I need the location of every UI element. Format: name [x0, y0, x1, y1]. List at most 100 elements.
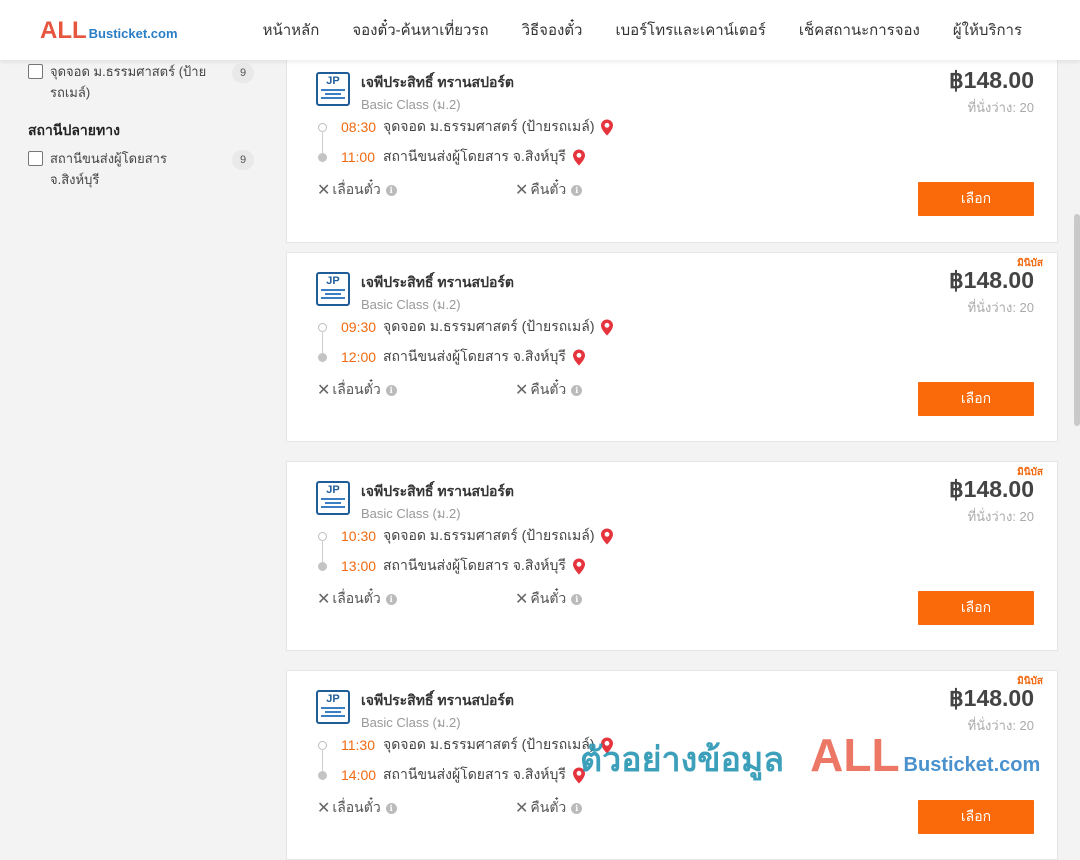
- reschedule-policy: ✕ เลื่อนตั๋ว i: [317, 588, 397, 610]
- map-pin-icon[interactable]: [600, 119, 614, 136]
- refund-label: คืนตั๋ว: [530, 381, 567, 397]
- logo-bar: [321, 97, 345, 99]
- arrive-stop: 11:00 สถานีขนส่งผู้โดยสาร จ.สิงห์บุรี: [341, 146, 586, 168]
- watermark-domain-text: Busticket.com: [903, 754, 1041, 776]
- depart-place: จุดจอด ม.ธรรมศาสตร์ (ป้ายรถเมล์): [383, 118, 595, 134]
- depart-stop: 11:30 จุดจอด ม.ธรรมศาสตร์ (ป้ายรถเมล์): [341, 734, 614, 756]
- cross-icon: ✕: [515, 591, 529, 608]
- depart-place: จุดจอด ม.ธรรมศาสตร์ (ป้ายรถเมล์): [383, 527, 595, 543]
- destination-filter-item[interactable]: สถานีขนส่งผู้โดยสาร จ.สิงห์บุรี 9: [28, 148, 256, 190]
- bus-class: Basic Class (ม.2): [361, 715, 461, 730]
- depart-place: จุดจอด ม.ธรรมศาสตร์ (ป้ายรถเมล์): [383, 736, 595, 752]
- site-logo[interactable]: ALL Busticket.com: [40, 17, 178, 45]
- info-icon[interactable]: i: [385, 184, 397, 196]
- arrive-place: สถานีขนส่งผู้โดยสาร จ.สิงห์บุรี: [383, 348, 566, 364]
- bus-class: Basic Class (ม.2): [361, 97, 461, 112]
- site-header: ALL Busticket.com หน้าหลัก จองตั๋ว-ค้นหา…: [0, 0, 1080, 60]
- nav-check-booking[interactable]: เช็คสถานะการจอง: [799, 18, 920, 42]
- operator-logo-mark: JP: [326, 484, 340, 496]
- operator-logo: JP: [316, 690, 350, 724]
- ticket-price: ฿148.00: [949, 476, 1034, 502]
- watermark: ตัวอย่างข้อมูล ALL Busticket.com: [580, 728, 1040, 786]
- trip-card: มินิบัส JP เจพีประสิทธิ์ ทรานสปอร์ต Basi…: [286, 461, 1058, 651]
- arrive-time: 13:00: [341, 558, 377, 574]
- cross-icon: ✕: [317, 382, 331, 399]
- seats-available: ที่นั่งว่าง: 20: [967, 300, 1034, 315]
- info-icon[interactable]: i: [571, 384, 583, 396]
- depart-time: 10:30: [341, 528, 377, 544]
- refund-label: คืนตั๋ว: [530, 181, 567, 197]
- map-pin-icon[interactable]: [572, 149, 586, 166]
- operator-name: เจพีประสิทธิ์ ทรานสปอร์ต: [361, 692, 514, 708]
- nav-book-search[interactable]: จองตั๋ว-ค้นหาเที่ยวรถ: [352, 18, 488, 42]
- select-trip-button[interactable]: เลือก: [918, 182, 1034, 216]
- depart-stop: 10:30 จุดจอด ม.ธรรมศาสตร์ (ป้ายรถเมล์): [341, 525, 614, 547]
- watermark-all-text: ALL: [810, 729, 900, 781]
- map-pin-icon[interactable]: [572, 558, 586, 575]
- logo-all-text: ALL: [40, 17, 87, 44]
- arrive-dot: [318, 353, 327, 362]
- info-icon[interactable]: i: [385, 802, 397, 814]
- nav-how-to-book[interactable]: วิธีจองตั๋ว: [522, 18, 583, 42]
- depart-stop: 08:30 จุดจอด ม.ธรรมศาสตร์ (ป้ายรถเมล์): [341, 116, 614, 138]
- depart-place: จุดจอด ม.ธรรมศาสตร์ (ป้ายรถเมล์): [383, 318, 595, 334]
- depart-time: 09:30: [341, 319, 377, 335]
- operator-logo-mark: JP: [326, 75, 340, 87]
- operator-logo-mark: JP: [326, 693, 340, 705]
- destination-filter-checkbox[interactable]: [28, 151, 43, 166]
- cross-icon: ✕: [515, 800, 529, 817]
- ticket-price: ฿148.00: [949, 267, 1034, 293]
- logo-bar: [321, 506, 345, 508]
- filter-sidebar: จุดจอด ม.ธรรมศาสตร์ (ป้ายรถเมล์) 9 สถานี…: [28, 60, 256, 190]
- destination-heading: สถานีปลายทาง: [28, 122, 120, 138]
- reschedule-label: เลื่อนตั๋ว: [332, 590, 381, 606]
- boarding-filter-checkbox[interactable]: [28, 64, 43, 79]
- nav-home[interactable]: หน้าหลัก: [263, 18, 320, 42]
- info-icon[interactable]: i: [385, 384, 397, 396]
- watermark-sample-text: ตัวอย่างข้อมูล: [580, 741, 785, 779]
- depart-stop: 09:30 จุดจอด ม.ธรรมศาสตร์ (ป้ายรถเมล์): [341, 316, 614, 338]
- info-icon[interactable]: i: [385, 593, 397, 605]
- logo-bar: [325, 711, 341, 713]
- page-scrollbar[interactable]: [1074, 214, 1080, 426]
- depart-time: 11:30: [341, 737, 375, 753]
- select-trip-button[interactable]: เลือก: [918, 800, 1034, 834]
- logo-bar: [325, 502, 341, 504]
- boarding-filter-item[interactable]: จุดจอด ม.ธรรมศาสตร์ (ป้ายรถเมล์) 9: [28, 61, 256, 103]
- destination-filter-count: 9: [232, 150, 254, 170]
- depart-time: 08:30: [341, 119, 377, 135]
- boarding-filter-count: 9: [232, 63, 254, 83]
- logo-bar: [321, 289, 345, 291]
- cross-icon: ✕: [515, 382, 529, 399]
- cross-icon: ✕: [317, 182, 331, 199]
- logo-bar: [321, 498, 345, 500]
- refund-policy: ✕ คืนตั๋ว i: [515, 797, 583, 819]
- reschedule-label: เลื่อนตั๋ว: [332, 799, 381, 815]
- reschedule-policy: ✕ เลื่อนตั๋ว i: [317, 179, 397, 201]
- nav-phone-counter[interactable]: เบอร์โทรและเคาน์เตอร์: [615, 18, 765, 42]
- select-trip-button[interactable]: เลือก: [918, 382, 1034, 416]
- info-icon[interactable]: i: [571, 593, 583, 605]
- operator-name: เจพีประสิทธิ์ ทรานสปอร์ต: [361, 74, 514, 90]
- map-pin-icon[interactable]: [572, 349, 586, 366]
- cross-icon: ✕: [317, 591, 331, 608]
- arrive-time: 11:00: [341, 149, 375, 165]
- trip-card: มินิบัส JP เจพีประสิทธิ์ ทรานสปอร์ต Basi…: [286, 252, 1058, 442]
- refund-label: คืนตั๋ว: [530, 799, 567, 815]
- reschedule-policy: ✕ เลื่อนตั๋ว i: [317, 797, 397, 819]
- map-pin-icon[interactable]: [600, 528, 614, 545]
- operator-name: เจพีประสิทธิ์ ทรานสปอร์ต: [361, 274, 514, 290]
- reschedule-label: เลื่อนตั๋ว: [332, 181, 381, 197]
- select-trip-button[interactable]: เลือก: [918, 591, 1034, 625]
- arrive-dot: [318, 153, 327, 162]
- map-pin-icon[interactable]: [600, 319, 614, 336]
- info-icon[interactable]: i: [571, 802, 583, 814]
- nav-operators[interactable]: ผู้ให้บริการ: [953, 18, 1022, 42]
- operator-logo: JP: [316, 481, 350, 515]
- reschedule-policy: ✕ เลื่อนตั๋ว i: [317, 379, 397, 401]
- refund-policy: ✕ คืนตั๋ว i: [515, 379, 583, 401]
- arrive-dot: [318, 562, 327, 571]
- info-icon[interactable]: i: [571, 184, 583, 196]
- operator-logo: JP: [316, 72, 350, 106]
- arrive-place: สถานีขนส่งผู้โดยสาร จ.สิงห์บุรี: [383, 766, 566, 782]
